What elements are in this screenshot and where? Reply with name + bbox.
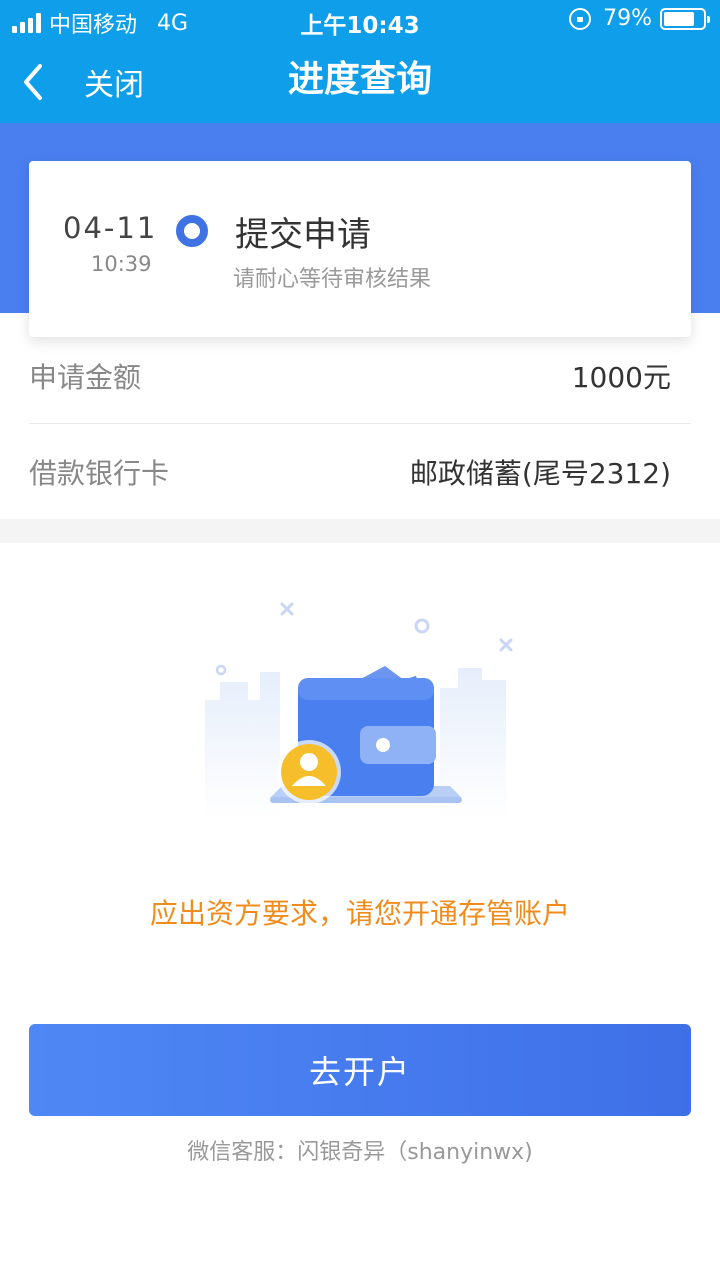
rotation-lock-icon — [569, 7, 592, 30]
progress-step-title: 提交申请 — [235, 215, 371, 255]
nav-bar: 关闭 进度查询 — [0, 40, 720, 123]
progress-time: 10:39 — [91, 252, 152, 276]
customer-service-text: 微信客服：闪银奇异（shanyinwx) — [187, 1140, 533, 1165]
open-account-button[interactable]: 去开户 — [29, 1024, 691, 1116]
detail-row-amount: 申请金额 1000元 — [29, 328, 691, 424]
detail-value: 1000元 — [571, 360, 671, 394]
status-right: 79% — [569, 6, 710, 31]
battery-fill — [664, 11, 695, 26]
section-divider — [0, 519, 720, 543]
chevron-left-icon — [24, 63, 42, 100]
close-label: 关闭 — [84, 67, 144, 103]
detail-row-bank-card: 借款银行卡 邮政储蓄(尾号2312) — [29, 424, 691, 520]
progress-card: 04-11 10:39 提交申请 请耐心等待审核结果 — [29, 161, 691, 337]
progress-date: 04-11 — [63, 211, 158, 245]
notice-text: 应出资方要求，请您开通存管账户 — [149, 897, 570, 930]
detail-label: 申请金额 — [29, 360, 142, 394]
progress-step-subtitle: 请耐心等待审核结果 — [233, 267, 432, 292]
close-button[interactable]: 关闭 — [20, 40, 144, 123]
detail-value: 邮政储蓄(尾号2312) — [409, 457, 671, 490]
battery-percent: 79% — [603, 6, 652, 31]
detail-label: 借款银行卡 — [29, 457, 170, 490]
progress-dot-icon — [176, 215, 208, 247]
battery-icon — [660, 7, 710, 30]
wallet-illustration-icon — [205, 602, 513, 820]
status-bar: 中国移动 4G 上午10:43 79% — [0, 0, 720, 40]
